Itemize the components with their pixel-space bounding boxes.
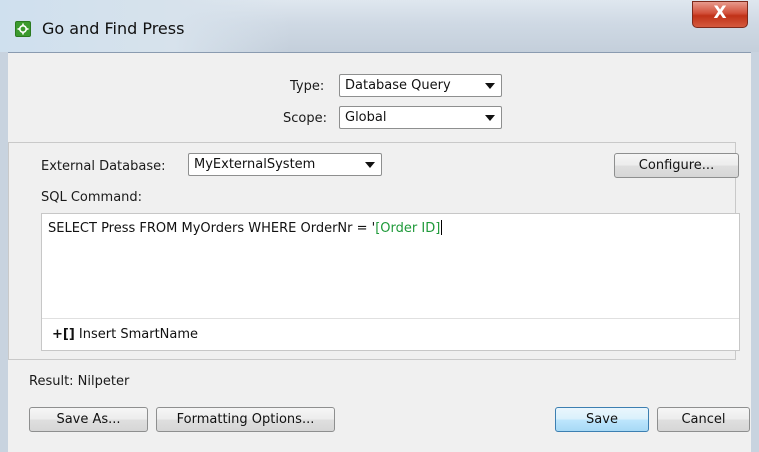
external-database-dropdown[interactable]: MyExternalSystem [188,153,382,176]
chevron-down-icon [365,162,375,168]
save-as-button[interactable]: Save As... [29,407,148,432]
sql-command-text[interactable]: SELECT Press FROM MyOrders WHERE OrderNr… [48,220,443,236]
type-dropdown[interactable]: Database Query [339,74,502,97]
configure-button[interactable]: Configure... [614,153,739,178]
chevron-down-icon [485,115,495,121]
insert-smartname-icon: +[] [52,327,75,342]
insert-smartname-button[interactable]: +[] Insert SmartName [52,327,198,342]
sql-command-prefix: SELECT Press FROM MyOrders WHERE OrderNr… [48,221,376,236]
title-bar[interactable]: Go and Find Press X [0,0,759,52]
insert-smartname-label: Insert SmartName [78,327,199,342]
chevron-down-icon [485,83,495,89]
window-frame-right [751,52,759,452]
type-label: Type: [290,79,325,94]
sql-command-label: SQL Command: [41,190,143,205]
sql-command-editor[interactable]: SELECT Press FROM MyOrders WHERE OrderNr… [41,213,740,351]
window-frame-left [0,52,8,452]
scope-label: Scope: [283,111,327,126]
close-icon: X [713,3,727,23]
editor-divider [42,318,739,319]
close-button[interactable]: X [692,1,748,28]
type-dropdown-value: Database Query [345,78,451,93]
external-database-value: MyExternalSystem [194,157,316,172]
result-text: Result: Nilpeter [29,374,130,389]
scope-dropdown[interactable]: Global [339,106,502,129]
gear-icon [15,21,31,37]
scope-dropdown-value: Global [345,110,387,125]
window-title: Go and Find Press [42,19,185,38]
cancel-button[interactable]: Cancel [657,407,750,432]
save-button[interactable]: Save [555,407,649,432]
text-caret [441,220,443,235]
formatting-options-button[interactable]: Formatting Options... [156,407,335,432]
external-database-label: External Database: [41,159,166,174]
smartname-token: [Order ID] [375,221,441,236]
